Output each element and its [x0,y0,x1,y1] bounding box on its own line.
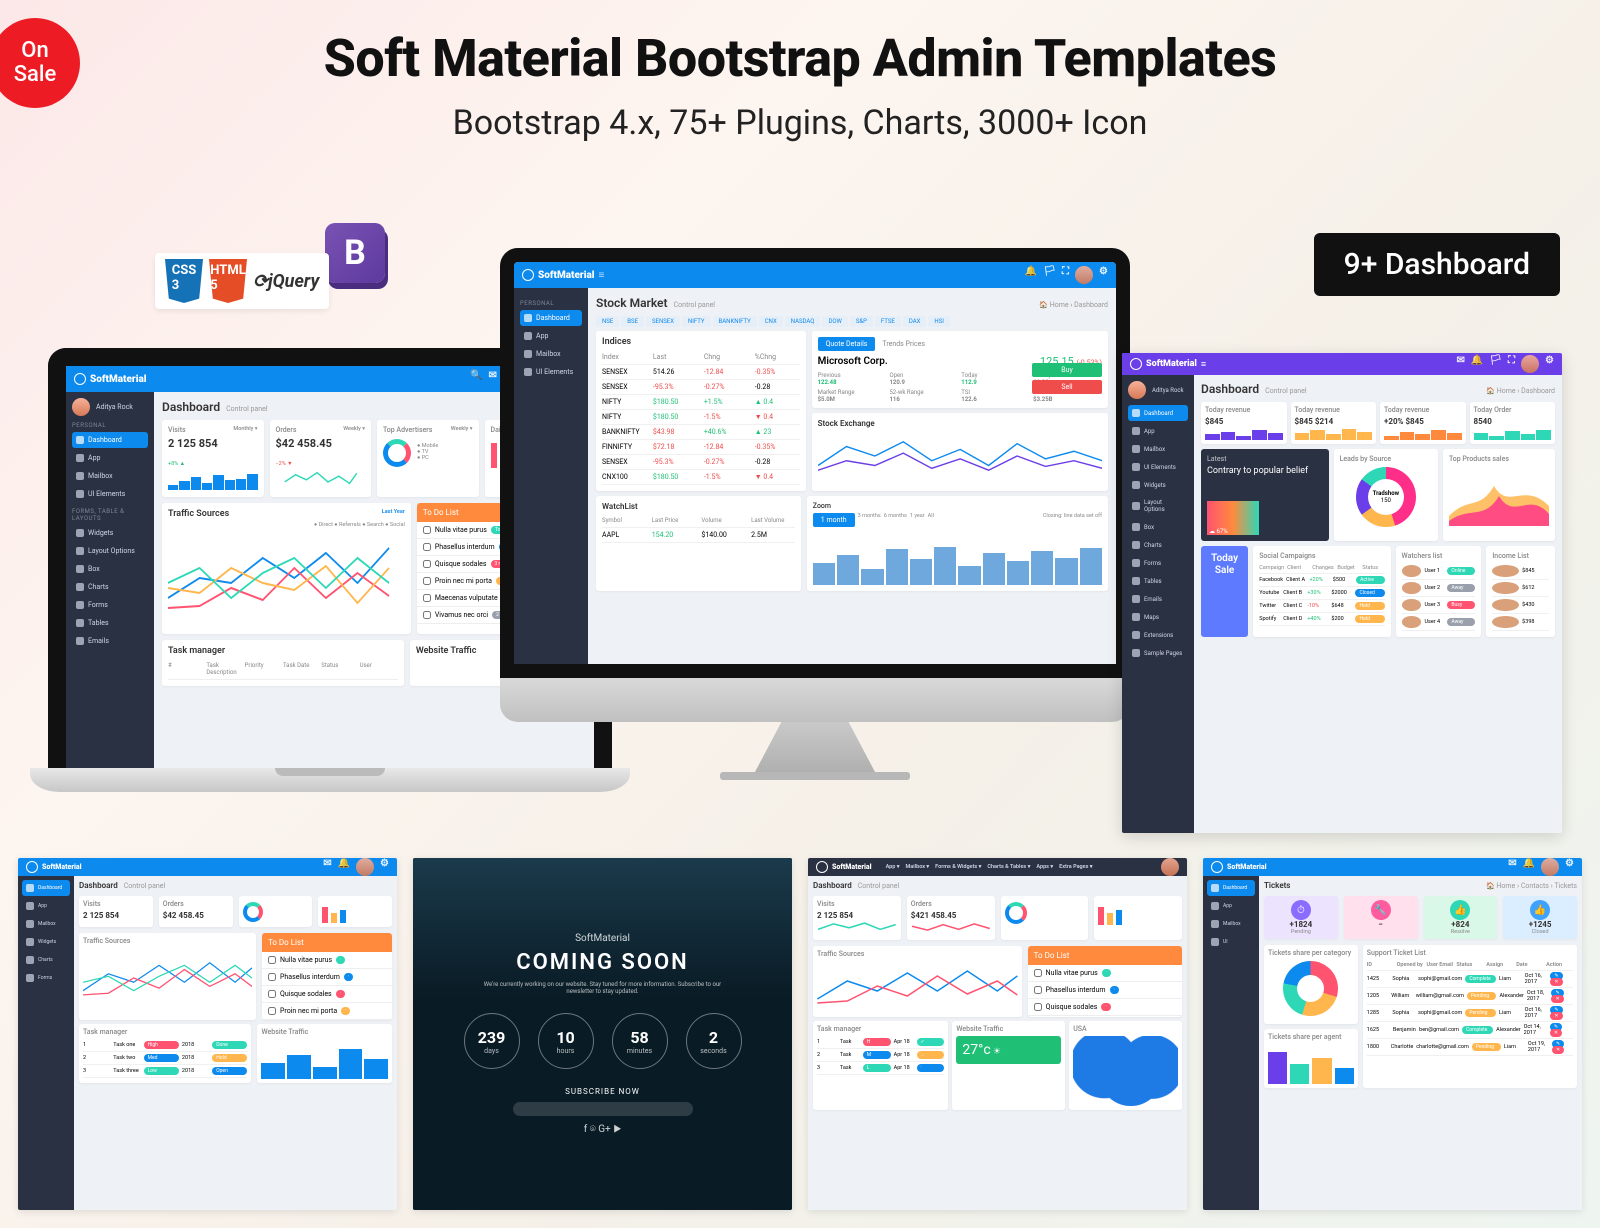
orders-card: OrdersWeekly ▾ $42 458.45 −2% ▼ [270,420,372,497]
tab-quote-details[interactable]: Quote Details [818,337,876,351]
sidebar-item-dashboard[interactable]: Dashboard [72,432,148,448]
sidebar-item-charts[interactable]: Charts [72,579,148,595]
thumb-dashboard-light[interactable]: SoftMaterial✉🔔⚙ Dashboard App Mailbox Wi… [18,858,397,1210]
flag-icon[interactable]: 🏳 [1043,266,1056,284]
incomes-card: Income List $845 $612 $430 $398 [1486,546,1555,637]
hero-subtitle: Bootstrap 4.x, 75+ Plugins, Charts, 3000… [0,103,1600,143]
css3-icon: CSS3 [165,259,203,303]
watchers-card: Watchers list User 1Online User 2Away Us… [1396,546,1482,637]
on-sale-badge: On Sale [0,18,80,108]
advertisers-card: Top AdvertisersWeekly ▾ ● Mobile ● TV ● … [377,420,479,497]
sidebar-item-box[interactable]: Box [72,561,148,577]
sidebar-item-mailbox[interactable]: Mailbox [72,468,148,484]
logo-icon [522,269,534,281]
fullscreen-icon[interactable]: ⛶ [1062,266,1069,284]
page-title: Dashboard [162,400,220,414]
hero-title: Soft Material Bootstrap Admin Templates [0,28,1600,89]
indices-card: Indices IndexLastChng%Chng SENSEX514.26-… [596,331,806,491]
sidebar-item-ui[interactable]: UI Elements [72,486,148,502]
buy-button[interactable]: Buy [1032,363,1102,377]
search-icon[interactable]: 🔍 [470,370,482,388]
avatar[interactable] [1075,266,1093,284]
sell-button[interactable]: Sell [1032,380,1102,394]
sidebar-item-widgets[interactable]: Widgets [72,525,148,541]
sidebar-item-dashboard[interactable]: Dashboard [520,310,582,326]
imac-preview: SoftMaterial ≡ 🔔 🏳 ⛶ ⚙ PERSONAL Dashboar… [500,248,1130,780]
sidebar-item-layout[interactable]: Layout Options [72,543,148,559]
html5-icon: HTML5 [209,259,247,303]
thumb-tickets[interactable]: SoftMaterial✉🔔⚙ Dashboard App Mailbox UI… [1203,858,1582,1210]
leads-card: Leads by Source Tradshow150 [1334,449,1438,541]
visits-card: VisitsMonthly ▾ 2 125 854 +8% ▲ [162,420,264,497]
today-sale-card: Today Sale [1201,546,1248,637]
task-manager-card: Task manager #Task DescriptionPriorityTa… [162,640,404,686]
stock-exchange-card: Stock Exchange [812,413,1108,491]
mail-icon[interactable]: ✉ [488,370,496,388]
page-title: Stock Market [596,296,668,310]
campaigns-card: Social Campaigns CampaignClientChangesBu… [1253,546,1390,637]
sidebar: Aditya Rock PERSONAL Dashboard App Mailb… [66,392,154,768]
purple-dashboard-preview: SoftMaterial ≡ ✉🔔🏳⛶⚙ Aditya Rock Dashboa… [1122,353,1562,833]
dashboard-count-pill: 9+ Dashboard [1314,233,1560,296]
avatar[interactable] [72,398,90,416]
sidebar-item-forms[interactable]: Forms [72,597,148,613]
gear-icon[interactable]: ⚙ [1099,266,1108,284]
ticket-list: Support Ticket List IDOpened byUser Emai… [1363,945,1577,1088]
weather-widget: 27°c ☀ [956,1036,1061,1064]
zoom-chart-card: Zoom 1 month 3 months 6 months 1 year Al… [807,496,1108,591]
logo-icon [74,373,86,385]
quote-card: Quote Details Trends Prices Microsoft Co… [812,331,1108,408]
sidebar-item-app[interactable]: App [72,450,148,466]
sidebar: PERSONAL Dashboard App Mailbox UI Elemen… [514,288,588,664]
usa-map [1073,1036,1178,1106]
tech-badges: CSS3 HTML5 ⟳jQuery [155,253,329,309]
traffic-sources-card: Traffic Sources Last Year ● Direct ● Ref… [162,503,411,634]
sidebar-item-emails[interactable]: Emails [72,633,148,649]
sidebar-item-tables[interactable]: Tables [72,615,148,631]
bootstrap-icon: B [325,223,385,283]
thumb-coming-soon[interactable]: SoftMaterial COMING SOON We're currently… [413,858,792,1210]
ticker-strip: NSEBSESENSEXNIFTYBANKNIFTYCNXNASDAQDOWS&… [596,316,1108,327]
topbar: SoftMaterial ≡ 🔔 🏳 ⛶ ⚙ [514,262,1116,288]
thumb-dashboard-topnav[interactable]: SoftMaterial App ▾Mailbox ▾Forms & Widge… [808,858,1187,1210]
sidebar-item-dashboard[interactable]: Dashboard [1128,405,1188,421]
jquery-icon: ⟳jQuery [253,271,319,292]
watchlist-card: WatchList SymbolLast PriceVolumeLast Vol… [596,496,801,591]
latest-card: Latest Contrary to popular belief ☁ 67% [1201,449,1329,541]
top-products-card: Top Products sales [1443,449,1555,541]
bell-icon[interactable]: 🔔 [1025,266,1037,284]
